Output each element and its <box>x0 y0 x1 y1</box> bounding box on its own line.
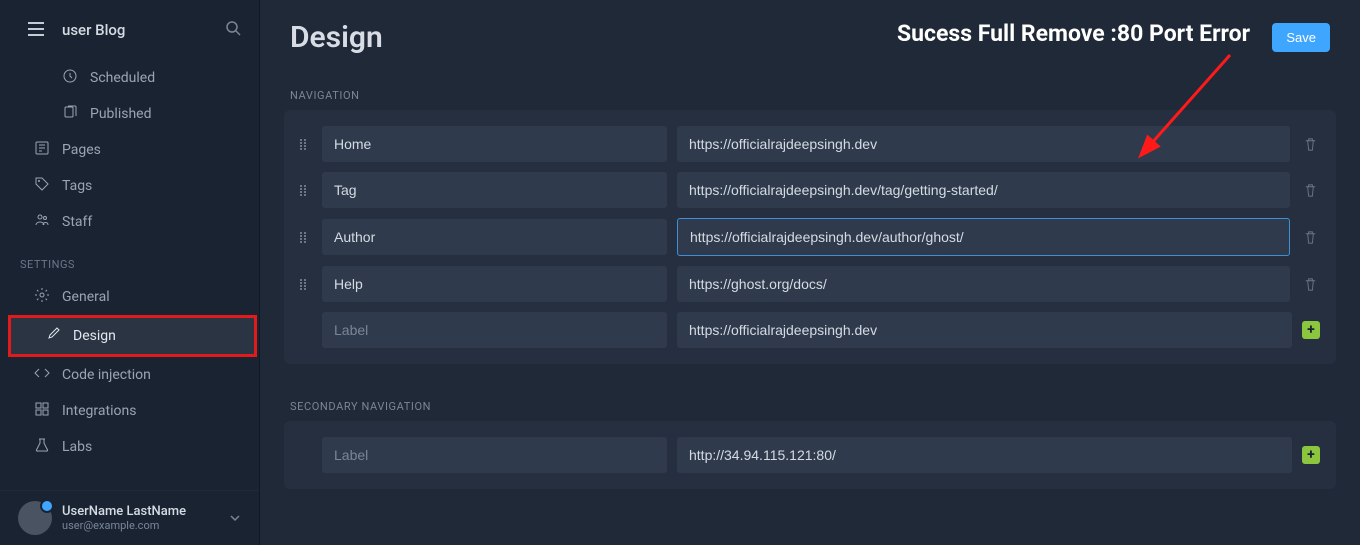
sidebar-item-label: Integrations <box>62 403 136 419</box>
trash-icon[interactable] <box>1300 274 1320 294</box>
nav-row <box>300 172 1320 208</box>
tag-icon <box>34 176 50 196</box>
trash-icon[interactable] <box>1300 227 1320 247</box>
trash-icon[interactable] <box>1300 180 1320 200</box>
sidebar-item-tags[interactable]: Tags <box>0 168 259 204</box>
integ-icon <box>34 401 50 421</box>
nav-label-input[interactable] <box>322 312 667 348</box>
nav-url-input[interactable] <box>677 437 1292 473</box>
main: Design Save Sucess Full Remove :80 Port … <box>260 0 1360 545</box>
sidebar-item-scheduled[interactable]: Scheduled <box>0 60 259 96</box>
search-icon[interactable] <box>225 20 241 40</box>
nav-row-new: + <box>300 437 1320 473</box>
nav-url-input[interactable] <box>677 312 1292 348</box>
secondary-navigation-block: + <box>284 421 1336 489</box>
sidebar-item-label: General <box>62 289 110 305</box>
save-button[interactable]: Save <box>1272 23 1330 52</box>
chevron-down-icon[interactable] <box>229 509 241 528</box>
sidebar-item-code-injection[interactable]: Code injection <box>0 357 259 393</box>
sidebar-item-design[interactable]: Design <box>8 315 257 357</box>
nav-row-new: + <box>300 312 1320 348</box>
sidebar-item-published[interactable]: Published <box>0 96 259 132</box>
drag-handle-icon[interactable] <box>300 232 312 243</box>
sidebar-item-general[interactable]: General <box>0 279 259 315</box>
nav-url-input[interactable] <box>677 126 1290 162</box>
navigation-block: + <box>284 110 1336 364</box>
navigation-heading: NAVIGATION <box>260 65 1360 110</box>
nav-label-input[interactable] <box>322 266 667 302</box>
settings-heading: SETTINGS <box>0 240 259 279</box>
nav-url-input[interactable] <box>677 218 1290 256</box>
drag-handle-icon[interactable] <box>300 139 312 150</box>
trash-icon[interactable] <box>1300 134 1320 154</box>
nav-label-input[interactable] <box>322 126 667 162</box>
annotation-text: Sucess Full Remove :80 Port Error <box>897 20 1250 47</box>
nav-url-input[interactable] <box>677 172 1290 208</box>
sidebar-item-label: Staff <box>62 214 92 230</box>
sidebar: user Blog Scheduled Published Pages Tags Sta… <box>0 0 260 545</box>
sidebar-item-pages[interactable]: Pages <box>0 132 259 168</box>
sidebar-item-label: Code injection <box>62 367 151 383</box>
staff-icon <box>34 212 50 232</box>
stack-icon <box>62 104 78 124</box>
sidebar-item-label: Published <box>90 106 151 122</box>
pages-icon <box>34 140 50 160</box>
nav-label-input[interactable] <box>322 437 667 473</box>
user-name: UserName LastName <box>62 504 186 519</box>
drag-handle-icon[interactable] <box>300 185 312 196</box>
gear-icon <box>34 287 50 307</box>
avatar[interactable] <box>18 501 52 535</box>
page-title: Design <box>290 20 383 55</box>
drag-handle-icon[interactable] <box>300 279 312 290</box>
sidebar-item-label: Labs <box>62 439 92 455</box>
nav-row <box>300 218 1320 256</box>
user-info: UserName LastName user@example.com <box>62 504 186 532</box>
sidebar-item-labs[interactable]: Labs <box>0 429 259 465</box>
nav-row <box>300 266 1320 302</box>
code-icon <box>34 365 50 385</box>
clock-icon <box>62 68 78 88</box>
sidebar-header: user Blog <box>0 0 259 60</box>
sidebar-item-label: Scheduled <box>90 70 155 86</box>
sidebar-item-label: Design <box>73 328 116 344</box>
add-button[interactable]: + <box>1302 446 1320 464</box>
nav-url-input[interactable] <box>677 266 1290 302</box>
add-button[interactable]: + <box>1302 321 1320 339</box>
sidebar-item-staff[interactable]: Staff <box>0 204 259 240</box>
user-footer[interactable]: UserName LastName user@example.com <box>0 490 259 545</box>
nav-label-input[interactable] <box>322 172 667 208</box>
hamburger-icon[interactable] <box>28 21 44 40</box>
nav-row <box>300 126 1320 162</box>
sidebar-item-integrations[interactable]: Integrations <box>0 393 259 429</box>
site-title[interactable]: user Blog <box>62 21 225 39</box>
labs-icon <box>34 437 50 457</box>
nav-label-input[interactable] <box>322 219 667 255</box>
secondary-navigation-heading: SECONDARY NAVIGATION <box>260 376 1360 421</box>
brush-icon <box>45 326 61 346</box>
user-email: user@example.com <box>62 519 186 532</box>
sidebar-item-label: Pages <box>62 142 101 158</box>
sidebar-item-label: Tags <box>62 178 92 194</box>
sidebar-scroll[interactable]: Scheduled Published Pages Tags Staff SETTING… <box>0 60 259 490</box>
